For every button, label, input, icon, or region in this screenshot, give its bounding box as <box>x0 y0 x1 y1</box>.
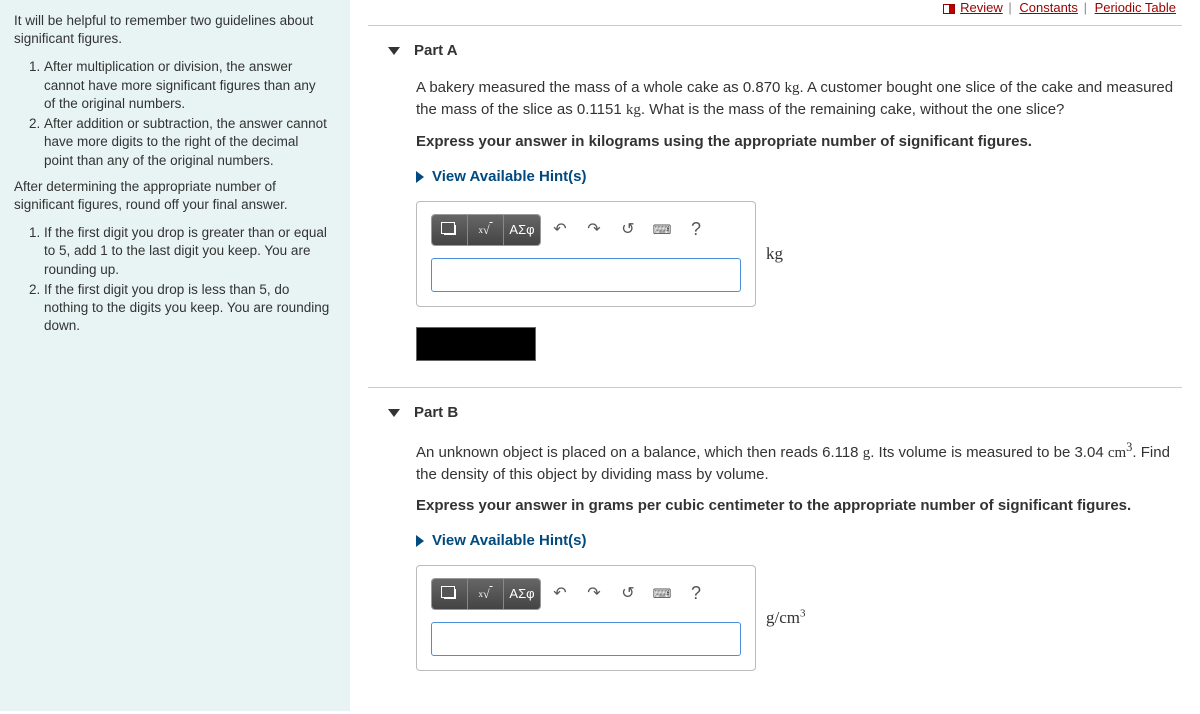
format-tool-group: x√ ΑΣφ <box>431 578 541 610</box>
answer-input-a[interactable] <box>431 258 741 292</box>
sqrt-icon[interactable]: x√ <box>468 579 504 609</box>
greek-icon[interactable]: ΑΣφ <box>504 579 540 609</box>
part-a: Part A A bakery measured the mass of a w… <box>368 36 1182 381</box>
keyboard-icon[interactable]: ⌨ <box>647 215 677 245</box>
answer-input-b[interactable] <box>431 622 741 656</box>
chevron-right-icon <box>416 535 424 547</box>
sidebar-rounding-list: If the first digit you drop is greater t… <box>14 224 336 335</box>
rule-item: After addition or subtraction, the answe… <box>44 115 336 170</box>
unit-label-a: kg <box>766 242 783 266</box>
review-link[interactable]: Review <box>960 0 1003 15</box>
view-hints-button[interactable]: View Available Hint(s) <box>416 166 587 187</box>
part-b-title: Part B <box>414 404 458 421</box>
answer-box-b: x√ ΑΣφ ↶ ↷ ↺ ⌨ ? <box>416 565 756 671</box>
undo-icon[interactable]: ↶ <box>545 579 575 609</box>
part-a-instruction: Express your answer in kilograms using t… <box>416 131 1182 152</box>
part-b-body: An unknown object is placed on a balance… <box>388 439 1182 671</box>
page-container: It will be helpful to remember two guide… <box>0 0 1200 711</box>
answer-toolbar: x√ ΑΣφ ↶ ↷ ↺ ⌨ ? <box>431 578 741 610</box>
keyboard-icon[interactable]: ⌨ <box>647 579 677 609</box>
sidebar-after-rules: After determining the appropriate number… <box>14 178 336 214</box>
round-item: If the first digit you drop is less than… <box>44 281 336 336</box>
chevron-down-icon <box>388 409 400 417</box>
part-a-header[interactable]: Part A <box>388 42 1182 59</box>
answer-toolbar: x√ ΑΣφ ↶ ↷ ↺ ⌨ ? <box>431 214 741 246</box>
part-a-title: Part A <box>414 42 458 59</box>
view-hints-button[interactable]: View Available Hint(s) <box>416 530 587 551</box>
divider <box>368 25 1182 26</box>
redo-icon[interactable]: ↷ <box>579 579 609 609</box>
part-a-question: A bakery measured the mass of a whole ca… <box>416 77 1182 121</box>
sidebar-intro: It will be helpful to remember two guide… <box>14 12 336 48</box>
unit-label-b: g/cm3 <box>766 606 806 630</box>
chevron-right-icon <box>416 171 424 183</box>
greek-icon[interactable]: ΑΣφ <box>504 215 540 245</box>
answer-box-a: x√ ΑΣφ ↶ ↷ ↺ ⌨ ? <box>416 201 756 307</box>
sidebar-rules-list: After multiplication or division, the an… <box>14 58 336 169</box>
round-item: If the first digit you drop is greater t… <box>44 224 336 279</box>
main-content: Review | Constants | Periodic Table Part… <box>350 0 1200 711</box>
periodic-table-link[interactable]: Periodic Table <box>1095 0 1176 15</box>
templates-icon[interactable] <box>432 579 468 609</box>
templates-icon[interactable] <box>432 215 468 245</box>
help-icon[interactable]: ? <box>681 579 711 609</box>
submit-button[interactable] <box>416 327 536 361</box>
part-b-instruction: Express your answer in grams per cubic c… <box>416 495 1182 516</box>
redo-icon[interactable]: ↷ <box>579 215 609 245</box>
reset-icon[interactable]: ↺ <box>613 215 643 245</box>
part-b: Part B An unknown object is placed on a … <box>368 398 1182 691</box>
format-tool-group: x√ ΑΣφ <box>431 214 541 246</box>
divider <box>368 387 1182 388</box>
part-b-question: An unknown object is placed on a balance… <box>416 439 1182 485</box>
help-icon[interactable]: ? <box>681 215 711 245</box>
constants-link[interactable]: Constants <box>1019 0 1078 15</box>
flag-icon <box>943 4 955 14</box>
top-links: Review | Constants | Periodic Table <box>368 0 1182 19</box>
sidebar-guidelines: It will be helpful to remember two guide… <box>0 0 350 711</box>
part-b-header[interactable]: Part B <box>388 404 1182 421</box>
part-a-body: A bakery measured the mass of a whole ca… <box>388 77 1182 361</box>
rule-item: After multiplication or division, the an… <box>44 58 336 113</box>
sqrt-icon[interactable]: x√ <box>468 215 504 245</box>
chevron-down-icon <box>388 47 400 55</box>
undo-icon[interactable]: ↶ <box>545 215 575 245</box>
reset-icon[interactable]: ↺ <box>613 579 643 609</box>
